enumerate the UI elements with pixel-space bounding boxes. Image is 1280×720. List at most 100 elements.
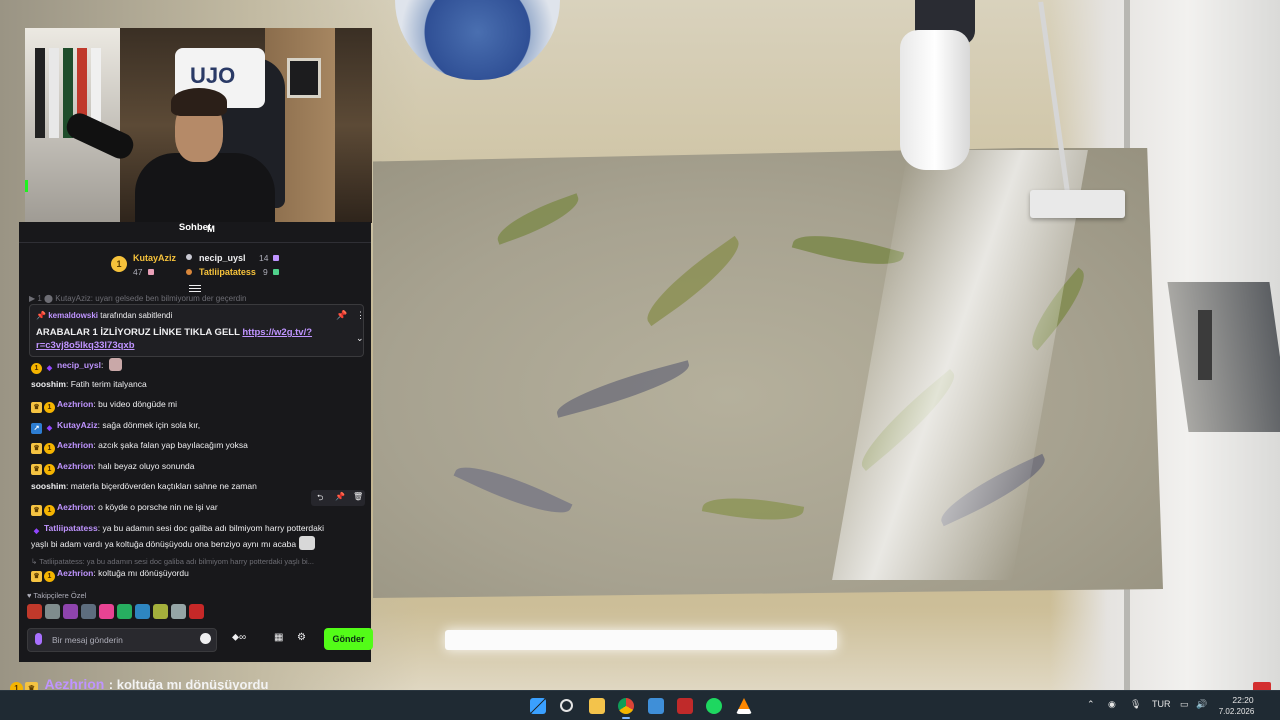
crown-badge-icon: ♛ <box>31 402 42 413</box>
store-icon[interactable]: ▦ <box>274 632 283 643</box>
mic-tray-icon[interactable]: 🎙 <box>1130 699 1141 710</box>
windows-start-icon[interactable] <box>530 698 546 714</box>
chat-username[interactable]: Tatliipatatess <box>44 523 98 533</box>
light-reflection <box>445 630 837 650</box>
chat-title-suffix: M <box>207 224 215 235</box>
spotify-icon[interactable] <box>706 698 722 714</box>
worker-boot <box>900 30 970 170</box>
pinned-by-suffix: tarafından sabitlendi <box>100 311 173 320</box>
emote <box>108 358 122 371</box>
send-button[interactable]: Gönder <box>324 628 373 650</box>
pinned-by[interactable]: kemaldowski <box>48 311 98 320</box>
crown-badge-icon: ♛ <box>31 464 42 475</box>
gift-leaderboard[interactable]: 1 KutayAziz 47 necip_uysl 14 Tatliipatat… <box>109 250 309 282</box>
chat-message[interactable]: ♛ 1 Aezhrion: azcık şaka falan yap bayılac… <box>31 439 361 454</box>
chat-message[interactable]: 1 ◆ necip_uysl: <box>31 358 361 374</box>
red-app-icon[interactable] <box>677 698 693 714</box>
hamburger-icon[interactable] <box>189 285 201 293</box>
pinned-message[interactable]: 📌 kemaldowski tarafından sabitlendi ARAB… <box>29 304 365 357</box>
chat-message-text: halı beyaz oluyo sonunda <box>98 461 195 471</box>
emote[interactable] <box>99 604 114 619</box>
sub-badge-icon: 1 <box>44 443 55 454</box>
followers-only-text: Takipçilere Özel <box>33 591 87 600</box>
emote[interactable] <box>81 604 96 619</box>
chat-message-text: materla biçerdöverden kaçtıkları sahne n… <box>70 481 257 491</box>
search-icon[interactable] <box>560 699 573 712</box>
chat-username[interactable]: sooshim <box>31 481 66 491</box>
cloth <box>35 48 45 138</box>
discord-icon[interactable]: ◉ <box>1108 699 1116 710</box>
rug-leaf <box>491 193 585 245</box>
leaderboard-name[interactable]: necip_uysl <box>199 253 246 263</box>
emoji-icon[interactable] <box>200 633 211 644</box>
photos-icon[interactable] <box>648 698 664 714</box>
pin-icon[interactable]: 📌 <box>336 310 347 321</box>
emote[interactable] <box>45 604 60 619</box>
sub-badge-icon: 1 <box>31 363 42 374</box>
chrome-icon[interactable] <box>618 698 634 714</box>
chat-username[interactable]: Aezhrion <box>57 440 93 450</box>
gift-icon[interactable]: ⬥∞ <box>232 632 246 643</box>
leaderboard-name[interactable]: Tatliipatatess <box>199 267 256 277</box>
chat-message[interactable]: ◆ Tatliipatatess: ya bu adamın sesi doc g… <box>31 522 361 537</box>
emote[interactable] <box>135 604 150 619</box>
network-icon[interactable]: ▭ <box>1180 699 1189 710</box>
sub-badge-icon: 1 <box>44 464 55 475</box>
emote[interactable] <box>117 604 132 619</box>
followers-only-label: ♥ Takipçilere Özel <box>27 591 87 600</box>
chat-username[interactable]: Aezhrion <box>57 399 93 409</box>
squeegee <box>1030 190 1125 218</box>
rug-leaf <box>636 235 750 327</box>
chat-message[interactable]: sooshim: Fatih terim italyanca <box>31 378 361 390</box>
pin-icon[interactable]: 📌 <box>335 492 345 501</box>
chat-message[interactable]: ♛ 1 Aezhrion: koltuğa mı dönüşüyordu <box>31 567 361 582</box>
audio-indicator <box>25 180 28 192</box>
pinned-text: ARABALAR 1 İZLİYORUZ LİNKE TIKLA GELL ht… <box>36 326 316 352</box>
file-explorer-icon[interactable] <box>589 698 605 714</box>
vlc-icon[interactable] <box>736 698 752 714</box>
mic-icon[interactable] <box>35 633 42 645</box>
chevron-up-icon[interactable]: ⌃ <box>1087 699 1095 710</box>
chat-message-text: Fatih terim italyanca <box>70 379 147 389</box>
chat-username[interactable]: Aezhrion <box>57 502 93 512</box>
chat-username[interactable]: necip_uysl <box>57 360 101 370</box>
emote[interactable] <box>189 604 204 619</box>
rug-leaf <box>453 453 573 527</box>
chat-message-text: azcık şaka falan yap bayılacağım yoksa <box>98 440 248 450</box>
emote[interactable] <box>63 604 78 619</box>
chat-input[interactable]: Bir mesaj gönderin <box>27 628 217 652</box>
emote[interactable] <box>153 604 168 619</box>
chat-username[interactable]: KutayAziz <box>57 420 98 430</box>
chevron-down-icon[interactable]: ⌄ <box>356 333 364 344</box>
emote[interactable] <box>171 604 186 619</box>
leaderboard-name[interactable]: KutayAziz <box>133 253 176 263</box>
clock-time[interactable]: 22:20 <box>1228 695 1258 705</box>
chat-title: Sohbet <box>178 222 212 233</box>
language-indicator[interactable]: TUR <box>1152 699 1171 709</box>
chat-message[interactable]: ♛ 1 Aezhrion: bu video döngüde mi <box>31 398 361 413</box>
chat-message[interactable]: yaşlı bi adam vardı ya koltuğa dönüşüyod… <box>31 536 361 550</box>
more-options-icon[interactable]: ⋮ <box>356 310 365 321</box>
webcam-feed: UJO <box>25 28 372 223</box>
delete-icon[interactable]: 🗑 <box>353 492 363 501</box>
volume-icon[interactable]: 🔊 <box>1196 699 1207 710</box>
chat-message[interactable]: ↗ ◆ KutayAziz: sağa dönmek için sola kır, <box>31 419 361 434</box>
crown-badge-icon: ♛ <box>31 505 42 516</box>
chat-username[interactable]: Aezhrion <box>57 461 93 471</box>
chat-username[interactable]: Aezhrion <box>57 568 93 578</box>
cat-emote <box>299 536 316 550</box>
rug-leaf <box>701 489 805 529</box>
gear-icon[interactable]: ⚙ <box>297 632 306 643</box>
gift-icon <box>148 269 154 275</box>
chat-message[interactable]: ♛ 1 Aezhrion: halı beyaz oluyo sonunda <box>31 460 361 475</box>
chat-message-text: bu video döngüde mi <box>98 399 178 409</box>
sub-badge-icon: 1 <box>44 571 55 582</box>
reply-icon[interactable]: ⮌ <box>317 492 323 506</box>
clock-date[interactable]: 7.02.2026 <box>1214 707 1259 716</box>
window <box>287 58 321 98</box>
screen: UJO Sohbet M 1 KutayAziz 47 necip_uysl 1… <box>0 0 1280 720</box>
emote[interactable] <box>27 604 42 619</box>
divider <box>19 242 371 243</box>
active-indicator <box>622 717 630 719</box>
chat-username[interactable]: sooshim <box>31 379 66 389</box>
